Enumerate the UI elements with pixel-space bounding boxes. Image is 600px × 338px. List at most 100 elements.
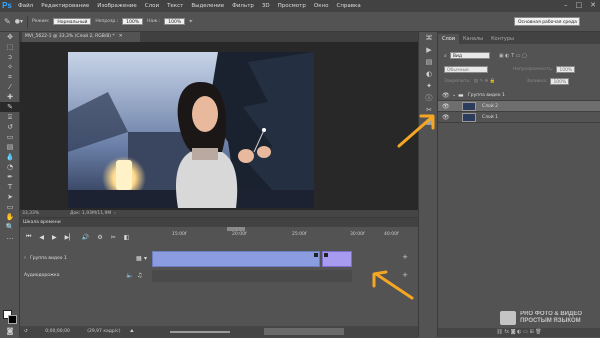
more-tools-icon[interactable]: … bbox=[0, 232, 20, 242]
clip-options-icon[interactable] bbox=[324, 253, 328, 257]
tab-layers[interactable]: Слои bbox=[438, 34, 459, 44]
airbrush-icon[interactable]: ⌖ bbox=[189, 18, 192, 26]
split-clip-icon[interactable]: ✂ bbox=[111, 234, 116, 241]
audio-lane[interactable] bbox=[152, 270, 352, 282]
document-tab[interactable]: MVI_5622-1 @ 33,3% (Слой 2, RGB/8) * ✕ bbox=[22, 32, 140, 42]
menu-view[interactable]: Просмотр bbox=[274, 0, 310, 12]
shape-tool-icon[interactable]: ▭ bbox=[0, 202, 20, 212]
healing-tool-icon[interactable]: ✚ bbox=[0, 92, 20, 102]
expand-arrow-icon[interactable]: ⌄ bbox=[452, 90, 456, 101]
dodge-tool-icon[interactable]: ◔ bbox=[0, 162, 20, 172]
stamp-tool-icon[interactable]: ⍓ bbox=[0, 112, 20, 122]
adjustment-icon[interactable]: ◐ bbox=[517, 329, 521, 335]
workspace-select[interactable]: Основная рабочая среда bbox=[514, 17, 580, 26]
blur-tool-icon[interactable]: 💧 bbox=[0, 152, 20, 162]
render-icon[interactable]: ↺ bbox=[24, 329, 28, 334]
menu-file[interactable]: Файл bbox=[14, 0, 37, 12]
opacity-field[interactable]: 100% bbox=[556, 66, 576, 73]
adjustments-panel-icon[interactable]: ◐ bbox=[419, 68, 439, 80]
zoom-out-icon[interactable]: ⛰ bbox=[130, 329, 134, 334]
menu-type[interactable]: Текст bbox=[163, 0, 187, 12]
zoom-tool-icon[interactable]: 🔍 bbox=[0, 222, 20, 232]
gradient-tool-icon[interactable]: ▤ bbox=[0, 142, 20, 152]
eraser-tool-icon[interactable]: ▭ bbox=[0, 132, 20, 142]
menu-image[interactable]: Изображение bbox=[93, 0, 141, 12]
video-clip-layer2[interactable] bbox=[322, 251, 352, 267]
new-layer-icon[interactable]: ⊞ bbox=[529, 329, 533, 335]
link-icon[interactable]: ⛓ bbox=[496, 329, 502, 335]
timeline-scrollbar[interactable] bbox=[264, 328, 344, 335]
flow-field[interactable]: 100% bbox=[164, 18, 186, 25]
new-group-icon[interactable]: ▭ bbox=[523, 329, 528, 335]
path-select-icon[interactable]: ➤ bbox=[0, 192, 20, 202]
crop-tool-icon[interactable]: ⌗ bbox=[0, 72, 20, 82]
eyedropper-tool-icon[interactable]: ⁄ bbox=[0, 82, 20, 92]
tab-paths[interactable]: Контуры bbox=[487, 34, 518, 44]
hand-tool-icon[interactable]: ✋ bbox=[0, 212, 20, 222]
menu-filter[interactable]: Фильтр bbox=[228, 0, 258, 12]
move-tool-icon[interactable]: ✥ bbox=[0, 32, 20, 42]
close-tab-icon[interactable]: ✕ bbox=[119, 34, 123, 39]
info-panel-icon[interactable]: ⓘ bbox=[419, 92, 439, 104]
fill-field[interactable]: 100% bbox=[550, 78, 570, 85]
play-icon[interactable]: ▶ bbox=[52, 234, 57, 241]
history-panel-icon[interactable]: ⌘ bbox=[419, 32, 439, 44]
track-menu-icon[interactable]: ▾ bbox=[144, 255, 147, 262]
brush-tool-icon[interactable]: ✎ bbox=[0, 102, 20, 112]
first-frame-icon[interactable]: ⏮ bbox=[26, 233, 31, 241]
lasso-tool-icon[interactable]: ↄ bbox=[0, 52, 20, 62]
status-menu-icon[interactable]: › bbox=[114, 210, 116, 217]
history-brush-icon[interactable]: ↺ bbox=[0, 122, 20, 132]
clip-options-icon[interactable] bbox=[314, 253, 318, 257]
menu-help[interactable]: Справка bbox=[332, 0, 364, 12]
opacity-field[interactable]: 100% bbox=[122, 18, 144, 25]
marquee-tool-icon[interactable]: ⬚ bbox=[0, 42, 20, 52]
menu-edit[interactable]: Редактирование bbox=[37, 0, 93, 12]
close-icon[interactable]: ✕ bbox=[590, 1, 596, 9]
transition-icon[interactable]: ◧ bbox=[124, 234, 130, 241]
visibility-eye-icon[interactable]: 👁 bbox=[442, 90, 450, 101]
layer-group-video[interactable]: 👁 ⌄ ▬ Группа видео 1 bbox=[438, 90, 600, 101]
brush-size-icon[interactable]: ●▾ bbox=[15, 18, 23, 25]
visibility-eye-icon[interactable]: 👁 bbox=[442, 112, 450, 123]
timeline-ruler[interactable]: 15:00f 20:00f 25:00f 30:00f 40:00f bbox=[152, 230, 400, 244]
tab-channels[interactable]: Каналы bbox=[459, 34, 487, 44]
quick-select-tool-icon[interactable]: ✧ bbox=[0, 62, 20, 72]
minimize-icon[interactable]: – bbox=[564, 1, 568, 9]
work-area-end-handle[interactable] bbox=[227, 227, 245, 231]
mode-select[interactable]: Нормальный bbox=[53, 18, 92, 25]
layer-filter-select[interactable]: Вид bbox=[449, 52, 490, 59]
quick-mask-icon[interactable]: ◙ bbox=[0, 326, 20, 336]
layer-2[interactable]: 👁 Слой 2 bbox=[438, 101, 600, 112]
lock-icons[interactable]: ▨ ✎ ✥ 🔒 bbox=[474, 79, 496, 84]
prev-frame-icon[interactable]: ◀ bbox=[39, 234, 44, 241]
brush-panel-icon[interactable]: ✦ bbox=[419, 80, 439, 92]
properties-panel-icon[interactable]: ▤ bbox=[419, 56, 439, 68]
audio-icon[interactable]: 🔊 bbox=[82, 234, 89, 241]
blend-mode-select[interactable]: Обычные bbox=[444, 66, 488, 73]
layer-1[interactable]: 👁 Слой 1 bbox=[438, 112, 600, 123]
timeline-zoom-slider[interactable] bbox=[170, 331, 230, 333]
visibility-eye-icon[interactable]: 👁 bbox=[442, 101, 450, 112]
menu-window[interactable]: Окно bbox=[310, 0, 333, 12]
mask-icon[interactable]: ◙ bbox=[511, 329, 516, 335]
music-note-icon[interactable]: ♫ bbox=[137, 272, 142, 279]
video-clip-layer1[interactable] bbox=[152, 251, 320, 267]
color-swatches[interactable] bbox=[3, 310, 17, 324]
maximize-icon[interactable]: □ bbox=[576, 1, 583, 9]
actions-panel-icon[interactable]: ▶ bbox=[419, 44, 439, 56]
settings-icon[interactable]: ⚙ bbox=[97, 234, 102, 241]
track-expand-icon[interactable]: › bbox=[24, 255, 26, 261]
trash-icon[interactable]: 🗑 bbox=[535, 329, 541, 335]
mute-icon[interactable]: 🔈 bbox=[126, 272, 133, 279]
next-frame-icon[interactable]: ▶▏ bbox=[65, 234, 74, 241]
film-icon[interactable]: ▦ bbox=[136, 255, 142, 262]
menu-select[interactable]: Выделение bbox=[187, 0, 228, 12]
type-tool-icon[interactable]: T bbox=[0, 182, 20, 192]
menu-layers[interactable]: Слои bbox=[141, 0, 163, 12]
zoom-level[interactable]: 33,33% bbox=[22, 211, 39, 216]
fx-icon[interactable]: fx bbox=[504, 329, 509, 335]
filter-pixel-icon[interactable]: ▣ ◐ T ▭ ▢ bbox=[499, 53, 527, 59]
brush-preset-icon[interactable]: ✎ bbox=[4, 17, 11, 26]
pen-tool-icon[interactable]: ✒ bbox=[0, 172, 20, 182]
